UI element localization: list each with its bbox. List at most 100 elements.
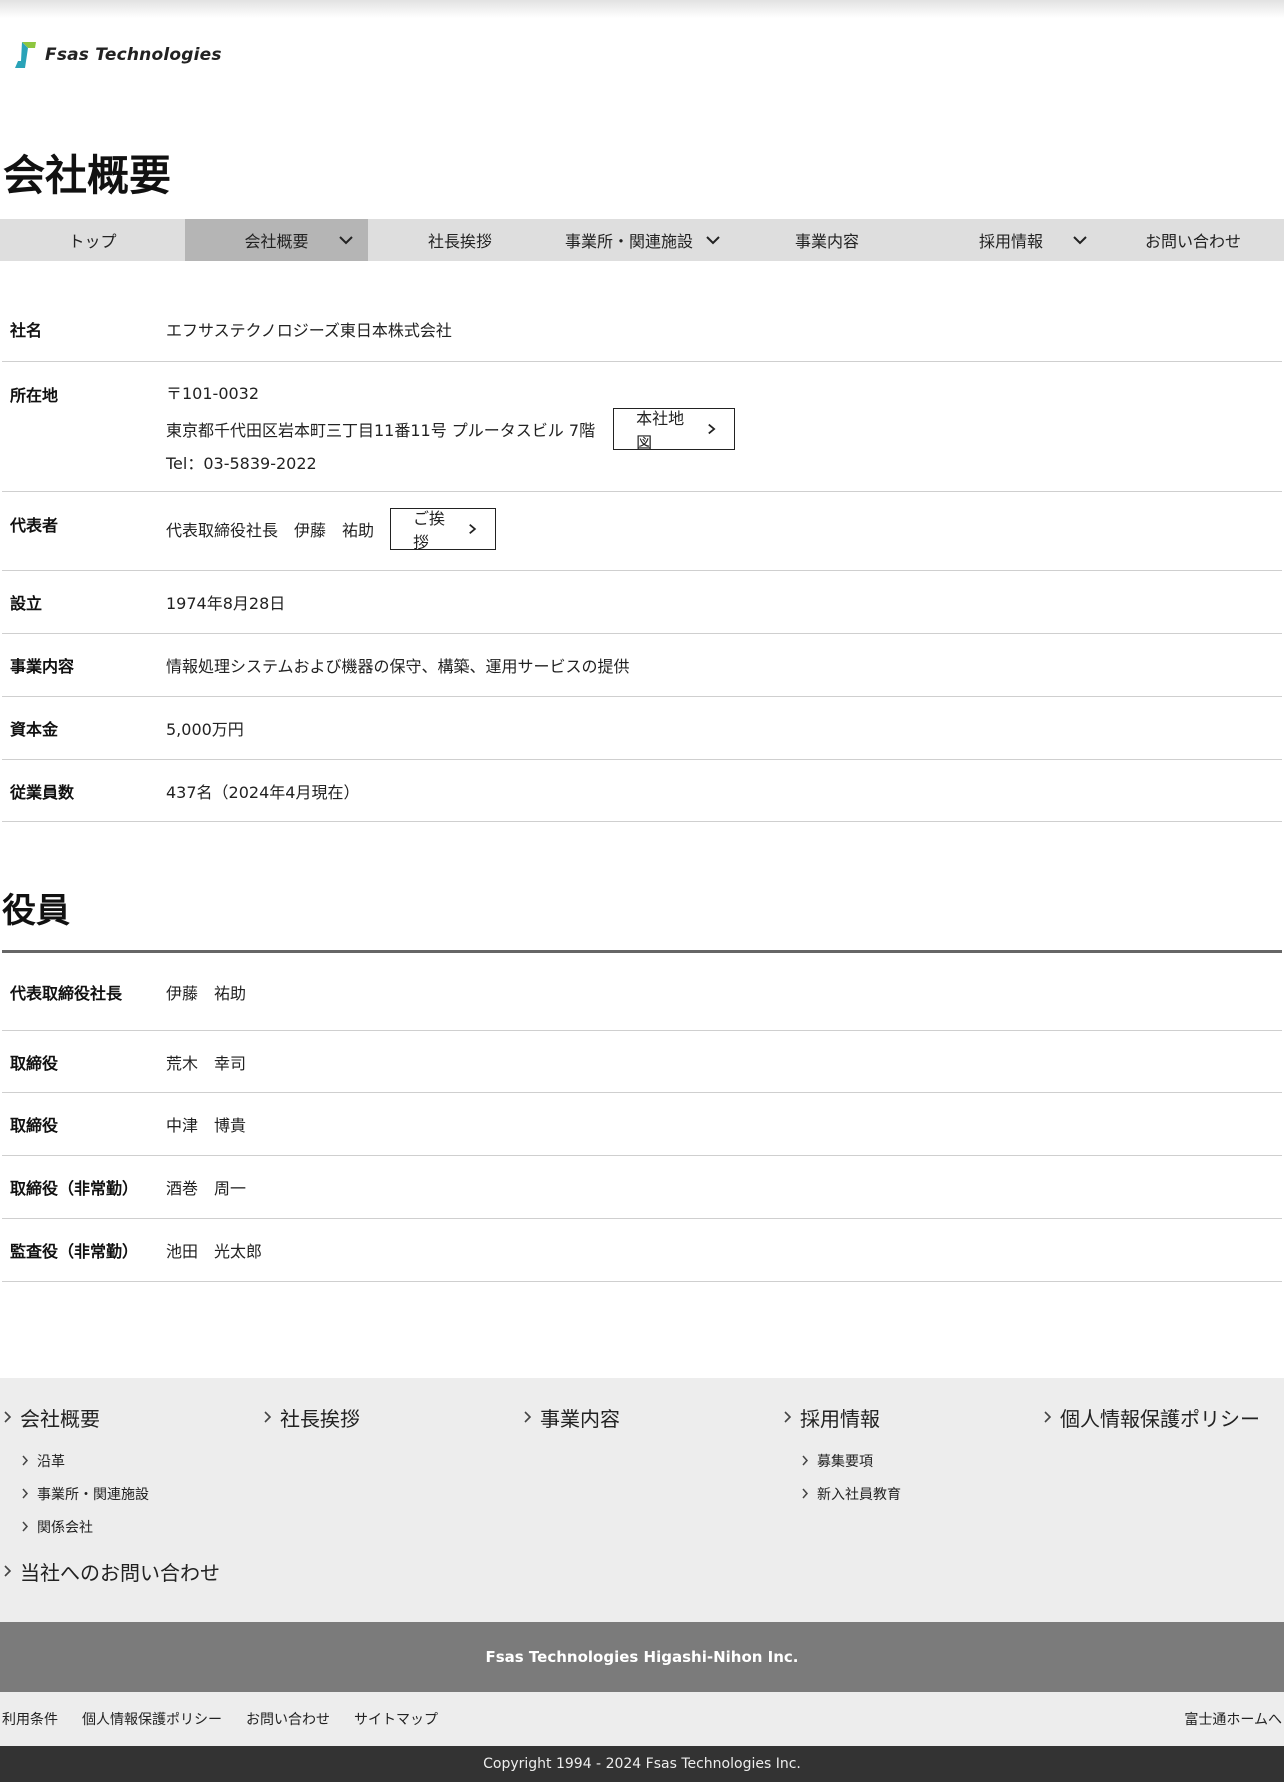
- table-row: 取締役（非常勤） 酒巻 周一: [2, 1156, 1282, 1219]
- nav-greeting[interactable]: 社長挨拶: [368, 219, 552, 261]
- nav-business[interactable]: 事業内容: [734, 219, 920, 261]
- footer-link-training[interactable]: 新入社員教育: [784, 1477, 901, 1510]
- nav-top[interactable]: トップ: [0, 219, 185, 261]
- address-line: 東京都千代田区岩本町三丁目11番11号 プルータスビル 7階 本社地図: [166, 408, 1282, 452]
- company-name: エフサステクノロジーズ東日本株式会社: [166, 320, 452, 340]
- footer-link-affiliates[interactable]: 関係会社: [4, 1510, 149, 1543]
- table-row: 資本金 5,000万円: [2, 697, 1282, 760]
- nav-label: 会社概要: [244, 232, 309, 251]
- table-row: 社名 エフサステクノロジーズ東日本株式会社: [2, 296, 1282, 362]
- footer-links: 利用条件 個人情報保護ポリシー お問い合わせ サイトマップ 富士通ホームへ: [0, 1692, 1284, 1746]
- nav-label: 社長挨拶: [427, 232, 492, 251]
- address-text: 東京都千代田区岩本町三丁目11番11号 プルータスビル 7階: [166, 421, 596, 440]
- nav-company[interactable]: 会社概要: [185, 219, 368, 261]
- tel: Tel：03-5839-2022: [166, 454, 317, 473]
- greeting-button[interactable]: ご挨拶: [390, 508, 497, 552]
- chevron-right-icon: [4, 1565, 12, 1577]
- chevron-right-icon: [524, 1411, 532, 1423]
- nav-label: 事業所・関連施設: [564, 232, 693, 251]
- chevron-right-icon: [264, 1411, 272, 1423]
- nav-label: お問い合わせ: [1144, 232, 1241, 251]
- footer-link-label: 採用情報: [800, 1406, 880, 1431]
- footer-link-label: 当社へのお問い合わせ: [20, 1560, 220, 1585]
- employees: 437名（2024年4月現在）: [166, 782, 360, 802]
- top-shadow: [0, 0, 1284, 18]
- footer-link-privacy-policy[interactable]: 個人情報保護ポリシー: [82, 1692, 222, 1746]
- footer-link-inquiry[interactable]: お問い合わせ: [246, 1692, 330, 1746]
- chevron-right-icon: [708, 423, 716, 435]
- officer-name: 池田 光太郎: [166, 1242, 263, 1261]
- chevron-right-icon: [469, 524, 477, 534]
- footer-link-greeting[interactable]: 社長挨拶: [264, 1402, 360, 1432]
- footer-link-fujitsu-home[interactable]: 富士通ホームへ: [1184, 1692, 1282, 1746]
- chevron-right-icon: [22, 1521, 29, 1532]
- chevron-down-icon: [339, 236, 353, 245]
- fsas-logo-icon: [15, 42, 36, 68]
- nav-label: 事業内容: [794, 232, 859, 251]
- chevron-right-icon: [4, 1411, 12, 1423]
- footer-link-offices[interactable]: 事業所・関連施設: [4, 1477, 149, 1510]
- table-row: 取締役 荒木 幸司: [2, 1031, 1282, 1093]
- footer-link-company[interactable]: 会社概要: [4, 1402, 149, 1432]
- officer-name: 荒木 幸司: [166, 1053, 247, 1073]
- nav-offices[interactable]: 事業所・関連施設: [552, 219, 734, 261]
- company-brand-name: Fsas Technologies Higashi-Nihon Inc.: [485, 1648, 799, 1666]
- logo-text: Fsas Technologies: [45, 45, 222, 65]
- table-row: 監査役（非常勤） 池田 光太郎: [2, 1219, 1282, 1282]
- officer-role: 取締役: [10, 1053, 59, 1073]
- officers-title: 役員: [2, 891, 70, 931]
- row-label: 設立: [10, 594, 43, 613]
- table-row: 取締役 中津 博貴: [2, 1093, 1282, 1156]
- footer-link-label: 会社概要: [20, 1406, 100, 1431]
- footer-link-business[interactable]: 事業内容: [524, 1402, 620, 1432]
- row-label: 所在地: [10, 386, 59, 405]
- copyright-bar: Copyright 1994 - 2024 Fsas Technologies …: [0, 1746, 1284, 1782]
- nav-label: 採用情報: [978, 232, 1043, 251]
- copyright-text: Copyright 1994 - 2024 Fsas Technologies …: [483, 1756, 801, 1772]
- map-button[interactable]: 本社地図: [613, 408, 736, 452]
- footer-col-company: 会社概要 沿革 事業所・関連施設 関係会社: [4, 1402, 149, 1543]
- chevron-right-icon: [784, 1411, 792, 1423]
- footer-link-privacy[interactable]: 個人情報保護ポリシー: [1044, 1402, 1260, 1432]
- nav-contact[interactable]: お問い合わせ: [1102, 219, 1284, 261]
- nav-label: トップ: [68, 232, 117, 251]
- table-row: 設立 1974年8月28日: [2, 571, 1282, 634]
- chevron-right-icon: [1044, 1411, 1052, 1423]
- representative: 代表取締役社長 伊藤 祐助: [166, 521, 375, 540]
- table-row: 従業員数 437名（2024年4月現在）: [2, 760, 1282, 822]
- officer-role: 代表取締役社長: [10, 983, 123, 1003]
- nav-recruit[interactable]: 採用情報: [920, 219, 1102, 261]
- footer-link-requirements[interactable]: 募集要項: [784, 1444, 901, 1477]
- officer-name: 伊藤 祐助: [166, 983, 247, 1003]
- table-row: 代表者 代表取締役社長 伊藤 祐助 ご挨拶: [2, 492, 1282, 571]
- officer-role: 監査役（非常勤）: [10, 1242, 139, 1261]
- row-label: 事業内容: [10, 657, 75, 676]
- address-cell: 〒101-0032 東京都千代田区岩本町三丁目11番11号 プルータスビル 7階…: [166, 382, 1282, 476]
- footer-link-label: 新入社員教育: [817, 1486, 901, 1503]
- footer-link-recruit[interactable]: 採用情報: [784, 1402, 901, 1432]
- footer-link-history[interactable]: 沿革: [4, 1444, 149, 1477]
- footer-link-label: 沿革: [37, 1453, 65, 1470]
- officers-table: 代表取締役社長 伊藤 祐助 取締役 荒木 幸司 取締役 中津 博貴 取締役（非常…: [2, 953, 1282, 1282]
- officer-role: 取締役: [10, 1116, 59, 1135]
- row-label: 代表者: [10, 516, 59, 535]
- page-title: 会社概要: [3, 151, 172, 200]
- footer-col-greeting: 社長挨拶: [264, 1402, 360, 1432]
- chevron-right-icon: [802, 1488, 809, 1499]
- officer-name: 酒巻 周一: [166, 1179, 247, 1198]
- footer-link-terms[interactable]: 利用条件: [2, 1692, 58, 1746]
- footer-link-sitemap[interactable]: サイトマップ: [354, 1692, 438, 1746]
- row-label: 資本金: [10, 720, 59, 739]
- footer-col-recruit: 採用情報 募集要項 新入社員教育: [784, 1402, 901, 1510]
- table-row: 事業内容 情報処理システムおよび機器の保守、構築、運用サービスの提供: [2, 634, 1282, 697]
- chevron-right-icon: [22, 1488, 29, 1499]
- company-info-table: 社名 エフサステクノロジーズ東日本株式会社 所在地 〒101-0032 東京都千…: [2, 296, 1282, 822]
- rep-cell: 代表取締役社長 伊藤 祐助 ご挨拶: [166, 508, 1282, 552]
- table-row: 所在地 〒101-0032 東京都千代田区岩本町三丁目11番11号 プルータスビ…: [2, 362, 1282, 492]
- chevron-down-icon: [1073, 236, 1087, 245]
- site-logo[interactable]: Fsas Technologies: [13, 40, 222, 70]
- footer-link-contact[interactable]: 当社へのお問い合わせ: [4, 1556, 220, 1586]
- footer-link-label: 社長挨拶: [280, 1406, 360, 1431]
- founded: 1974年8月28日: [166, 594, 286, 613]
- postal-code: 〒101-0032: [166, 384, 260, 403]
